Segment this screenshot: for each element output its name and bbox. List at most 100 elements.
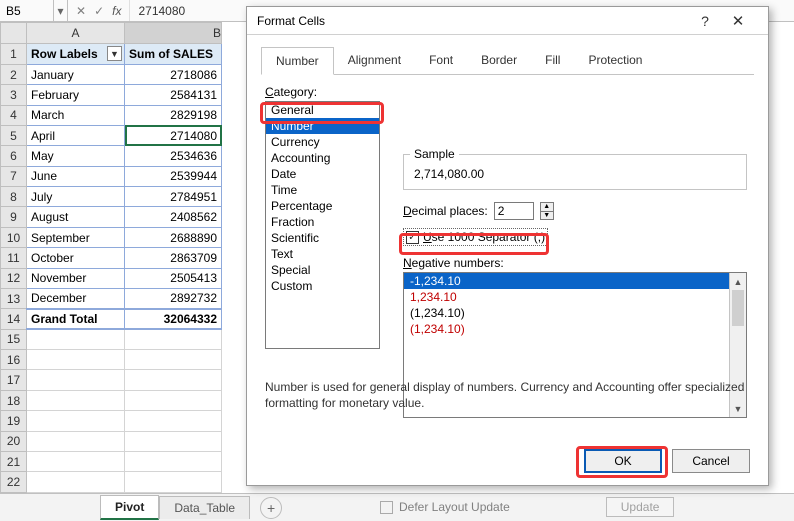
pivot-row-label[interactable]: August — [27, 207, 125, 227]
category-item-text[interactable]: Text — [266, 246, 379, 262]
ok-button[interactable]: OK — [584, 449, 662, 473]
scroll-up-icon[interactable]: ▲ — [730, 273, 746, 290]
category-item-accounting[interactable]: Accounting — [266, 150, 379, 166]
thousand-separator-checkbox[interactable]: ✓ — [406, 231, 419, 244]
cell[interactable] — [27, 390, 125, 410]
sheet-tab-data-table[interactable]: Data_Table — [159, 496, 250, 519]
formula-bar-value[interactable]: 2714080 — [130, 4, 193, 18]
col-header-A[interactable]: A — [27, 23, 125, 44]
pivot-grand-total-value[interactable]: 32064332 — [125, 309, 222, 329]
cell[interactable] — [125, 472, 222, 493]
cell[interactable] — [125, 390, 222, 410]
tab-font[interactable]: Font — [415, 47, 467, 74]
cell[interactable] — [27, 431, 125, 451]
cell[interactable] — [27, 350, 125, 370]
pivot-value[interactable]: 2718086 — [125, 64, 222, 84]
category-item-percentage[interactable]: Percentage — [266, 198, 379, 214]
category-item-special[interactable]: Special — [266, 262, 379, 278]
pivot-filter-dropdown-icon[interactable]: ▼ — [107, 46, 122, 61]
cell[interactable] — [125, 329, 222, 349]
pivot-grand-total-label[interactable]: Grand Total — [27, 309, 125, 329]
cell[interactable] — [27, 329, 125, 349]
pivot-value[interactable]: 2829198 — [125, 105, 222, 125]
pivot-value[interactable]: 2534636 — [125, 146, 222, 166]
cell[interactable] — [125, 431, 222, 451]
negative-option[interactable]: (1,234.10) — [404, 321, 746, 337]
row-header[interactable]: 22 — [1, 472, 27, 493]
pivot-row-label[interactable]: December — [27, 288, 125, 308]
cell[interactable] — [125, 411, 222, 431]
pivot-value[interactable]: 2714080 — [125, 125, 222, 145]
thousand-separator-row[interactable]: ✓ Use 1000 Separator (,) — [403, 228, 548, 246]
tab-protection[interactable]: Protection — [574, 47, 656, 74]
select-all-corner[interactable] — [1, 23, 27, 44]
help-icon[interactable]: ? — [692, 13, 718, 29]
new-sheet-button[interactable]: + — [260, 497, 282, 519]
category-item-scientific[interactable]: Scientific — [266, 230, 379, 246]
row-header[interactable]: 8 — [1, 187, 27, 207]
pivot-value[interactable]: 2784951 — [125, 187, 222, 207]
row-header[interactable]: 5 — [1, 125, 27, 145]
cell[interactable] — [27, 472, 125, 493]
row-header[interactable]: 15 — [1, 329, 27, 349]
row-header[interactable]: 4 — [1, 105, 27, 125]
pivot-value[interactable]: 2539944 — [125, 166, 222, 186]
category-item-date[interactable]: Date — [266, 166, 379, 182]
negative-option[interactable]: -1,234.10 — [404, 273, 746, 289]
cell[interactable] — [27, 411, 125, 431]
enter-icon[interactable]: ✓ — [94, 4, 104, 18]
row-header[interactable]: 9 — [1, 207, 27, 227]
pivot-row-label[interactable]: September — [27, 227, 125, 247]
category-item-general[interactable]: General — [266, 102, 379, 118]
pivot-row-label[interactable]: March — [27, 105, 125, 125]
row-header[interactable]: 13 — [1, 288, 27, 308]
row-header[interactable]: 6 — [1, 146, 27, 166]
pivot-row-labels-header[interactable]: Row Labels ▼ — [27, 44, 125, 64]
name-box[interactable]: B5 — [0, 0, 54, 21]
pivot-row-label[interactable]: June — [27, 166, 125, 186]
name-box-dropdown[interactable]: ▾ — [54, 0, 68, 21]
cell[interactable] — [125, 370, 222, 390]
pivot-row-label[interactable]: July — [27, 187, 125, 207]
sheet-tab-pivot[interactable]: Pivot — [100, 495, 159, 520]
pivot-row-label[interactable]: April — [27, 125, 125, 145]
scroll-thumb[interactable] — [732, 290, 744, 326]
pivot-row-label[interactable]: January — [27, 64, 125, 84]
row-header[interactable]: 17 — [1, 370, 27, 390]
defer-layout-checkbox[interactable] — [380, 501, 393, 514]
cell[interactable] — [125, 451, 222, 471]
row-header[interactable]: 12 — [1, 268, 27, 288]
row-header[interactable]: 18 — [1, 390, 27, 410]
row-header[interactable]: 10 — [1, 227, 27, 247]
pivot-value[interactable]: 2505413 — [125, 268, 222, 288]
decimal-places-input[interactable] — [494, 202, 534, 220]
spin-up-icon[interactable]: ▲ — [541, 203, 553, 212]
cell[interactable] — [27, 451, 125, 471]
pivot-value[interactable]: 2584131 — [125, 85, 222, 105]
dialog-titlebar[interactable]: Format Cells ? ✕ — [247, 7, 768, 35]
pivot-value[interactable]: 2892732 — [125, 288, 222, 308]
negative-option[interactable]: (1,234.10) — [404, 305, 746, 321]
row-header[interactable]: 11 — [1, 248, 27, 268]
tab-border[interactable]: Border — [467, 47, 531, 74]
tab-alignment[interactable]: Alignment — [334, 47, 415, 74]
category-list[interactable]: General Number Currency Accounting Date … — [265, 101, 380, 349]
row-header[interactable]: 21 — [1, 451, 27, 471]
fx-icon[interactable]: fx — [112, 4, 121, 18]
row-header[interactable]: 16 — [1, 350, 27, 370]
pivot-row-label[interactable]: May — [27, 146, 125, 166]
pivot-value[interactable]: 2408562 — [125, 207, 222, 227]
pivot-values-header[interactable]: Sum of SALES — [125, 44, 222, 64]
row-header[interactable]: 20 — [1, 431, 27, 451]
row-header[interactable]: 7 — [1, 166, 27, 186]
pivot-value[interactable]: 2863709 — [125, 248, 222, 268]
spin-down-icon[interactable]: ▼ — [541, 212, 553, 220]
pivot-row-label[interactable]: October — [27, 248, 125, 268]
tab-number[interactable]: Number — [261, 47, 334, 75]
col-header-B[interactable]: B — [125, 23, 222, 44]
pivot-row-label[interactable]: February — [27, 85, 125, 105]
pivot-value[interactable]: 2688890 — [125, 227, 222, 247]
grid[interactable]: A B 1 Row Labels ▼ Sum of SALES 2January… — [0, 22, 222, 493]
cell[interactable] — [27, 370, 125, 390]
cancel-icon[interactable]: ✕ — [76, 4, 86, 18]
